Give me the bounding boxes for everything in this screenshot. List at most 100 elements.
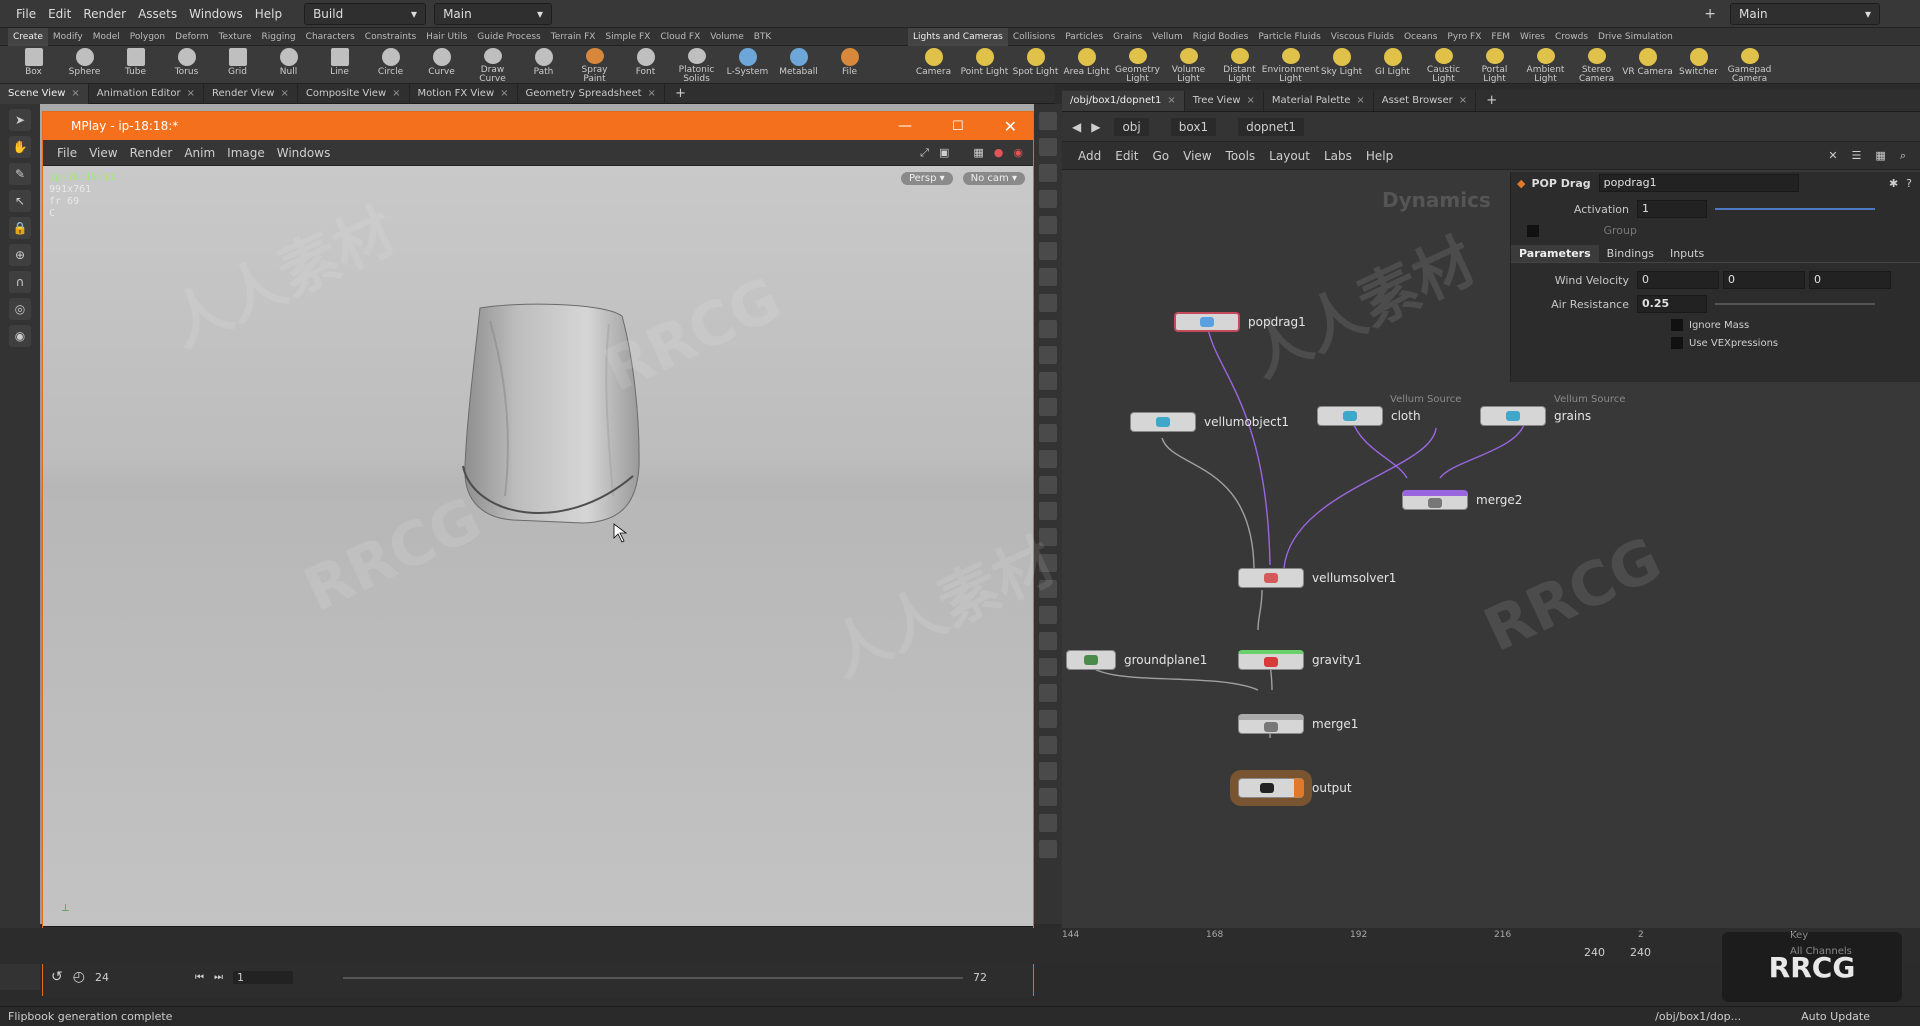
mplay-titlebar[interactable]: MPlay - ip-18:18:* — ☐ ✕ [43, 112, 1033, 140]
node-cloth[interactable]: cloth [1317, 406, 1421, 426]
display-option-icon[interactable] [1039, 632, 1057, 650]
lock-icon[interactable]: 🔒 [9, 217, 31, 239]
shelf-tool[interactable]: Sphere [59, 46, 110, 84]
handle-icon[interactable]: ⊕ [9, 244, 31, 266]
shelf-tab[interactable]: Particle Fluids [1253, 28, 1325, 46]
pane-tab[interactable]: Tree View × [1185, 90, 1264, 111]
node-vellumobject1[interactable]: vellumobject1 [1130, 412, 1289, 432]
shelf-tool[interactable]: Tube [110, 46, 161, 84]
use-vex-checkbox[interactable] [1671, 337, 1683, 349]
shelf-tab[interactable]: Oceans [1399, 28, 1442, 46]
shelf-tab[interactable]: Guide Process [472, 28, 545, 46]
display-option-icon[interactable] [1039, 450, 1057, 468]
activation-field[interactable]: 1 [1637, 200, 1707, 218]
shelf-tab[interactable]: Pyro FX [1442, 28, 1486, 46]
back-icon[interactable]: ◀ [1072, 120, 1081, 134]
display-option-icon[interactable] [1039, 268, 1057, 286]
shelf-tab[interactable]: Constraints [360, 28, 421, 46]
add-tab-icon[interactable]: + [675, 86, 686, 101]
display-option-icon[interactable] [1039, 788, 1057, 806]
close-icon[interactable]: × [1356, 95, 1364, 106]
wind-y-field[interactable]: 0 [1723, 271, 1805, 289]
display-option-icon[interactable] [1039, 190, 1057, 208]
param-tab[interactable]: Parameters [1511, 245, 1599, 262]
ignore-mass-checkbox[interactable] [1671, 319, 1683, 331]
display-option-icon[interactable] [1039, 242, 1057, 260]
view-tool-icon[interactable]: ✋ [9, 136, 31, 158]
shelf-tool[interactable]: Stereo Camera [1571, 46, 1622, 84]
air-resistance-slider[interactable] [1715, 303, 1875, 305]
shelf-tab[interactable]: Cloud FX [655, 28, 705, 46]
mplay-menu-image[interactable]: Image [227, 146, 265, 160]
menu-render[interactable]: Render [77, 0, 132, 28]
menu-edit[interactable]: Edit [42, 0, 77, 28]
shelf-tool[interactable]: Null [263, 46, 314, 84]
network-menu-go[interactable]: Go [1152, 149, 1169, 163]
shelf-tool[interactable]: Draw Curve [467, 46, 518, 84]
realtime-icon[interactable]: ◴ [73, 969, 85, 985]
gear-icon[interactable]: ✱ [1889, 177, 1898, 190]
main-timeline[interactable]: 144 168 192 216 2 240 240 Key All Channels [0, 928, 1920, 964]
shelf-tool[interactable]: Spray Paint [569, 46, 620, 84]
display-option-icon[interactable] [1039, 398, 1057, 416]
network-menu-help[interactable]: Help [1366, 149, 1393, 163]
list-icon[interactable]: ☰ [1852, 149, 1862, 162]
fps-value[interactable]: 24 [95, 971, 195, 984]
shelf-tool[interactable]: Font [620, 46, 671, 84]
select-tool-icon[interactable]: ➤ [9, 109, 31, 131]
node-name-field[interactable]: popdrag1 [1598, 174, 1799, 192]
shelf-tool[interactable]: Curve [416, 46, 467, 84]
range-start-icon[interactable]: ⏮ [195, 972, 204, 983]
shelf-tool[interactable]: Line [314, 46, 365, 84]
minimize-icon[interactable]: — [898, 118, 912, 134]
node-merge1[interactable]: merge1 [1238, 714, 1358, 734]
shelf-tab[interactable]: Rigging [257, 28, 301, 46]
right-context-dropdown[interactable]: Main ▾ [1730, 2, 1880, 25]
close-icon[interactable]: × [1247, 95, 1255, 106]
camera-icon[interactable]: ◉ [9, 325, 31, 347]
param-tab[interactable]: Inputs [1662, 245, 1712, 262]
pane-tab[interactable]: Motion FX View × [410, 83, 518, 104]
magnet-icon[interactable]: ∩ [9, 271, 31, 293]
path-segment[interactable]: obj [1114, 117, 1149, 136]
context-dropdown[interactable]: Main ▾ [434, 2, 553, 25]
pane-tab[interactable]: Material Palette × [1264, 90, 1374, 111]
close-icon[interactable]: × [392, 88, 400, 99]
shelf-tab[interactable]: Collisions [1008, 28, 1060, 46]
settings-icon[interactable]: ▦ [973, 146, 983, 159]
shelf-tab[interactable]: Polygon [125, 28, 170, 46]
close-icon[interactable]: × [648, 88, 656, 99]
snapshot-icon[interactable]: ▣ [939, 146, 949, 159]
pane-tab[interactable]: Scene View × [0, 83, 89, 104]
wrench-icon[interactable]: ✕ [1828, 149, 1837, 162]
display-option-icon[interactable] [1039, 840, 1057, 858]
pane-tab[interactable]: Animation Editor × [89, 83, 204, 104]
group-toggle[interactable] [1527, 224, 1539, 237]
range-slider[interactable] [343, 977, 963, 979]
close-icon[interactable]: × [1459, 95, 1467, 106]
node-vellumsolver1[interactable]: vellumsolver1 [1238, 568, 1396, 588]
shelf-tab[interactable]: Simple FX [600, 28, 655, 46]
fit-icon[interactable]: ⤢ [920, 146, 929, 160]
shelf-tab[interactable]: Characters [301, 28, 360, 46]
loop-icon[interactable]: ↺ [51, 969, 63, 985]
shelf-tab[interactable]: Vellum [1147, 28, 1187, 46]
grid-icon[interactable]: ▦ [1875, 149, 1885, 162]
shelf-tool[interactable]: Volume Light [1163, 46, 1214, 84]
node-output[interactable]: output [1238, 778, 1352, 798]
menu-assets[interactable]: Assets [132, 0, 183, 28]
shelf-tool[interactable]: Spot Light [1010, 46, 1061, 84]
range-start[interactable]: 1 [232, 970, 293, 984]
shelf-tool[interactable]: Switcher [1673, 46, 1724, 84]
shelf-tab[interactable]: FEM [1486, 28, 1515, 46]
shelf-tool[interactable]: Torus [161, 46, 212, 84]
pane-tab[interactable]: Composite View × [298, 83, 410, 104]
close-icon[interactable]: × [280, 88, 288, 99]
node-popdrag1[interactable]: popdrag1 [1174, 312, 1306, 332]
forward-icon[interactable]: ▶ [1091, 120, 1100, 134]
auto-update-button[interactable]: Auto Update [1801, 1010, 1870, 1023]
mplay-menu-view[interactable]: View [89, 146, 117, 160]
shelf-tab[interactable]: Volume [705, 28, 748, 46]
shelf-tab[interactable]: Particles [1060, 28, 1108, 46]
shelf-tool[interactable]: Circle [365, 46, 416, 84]
